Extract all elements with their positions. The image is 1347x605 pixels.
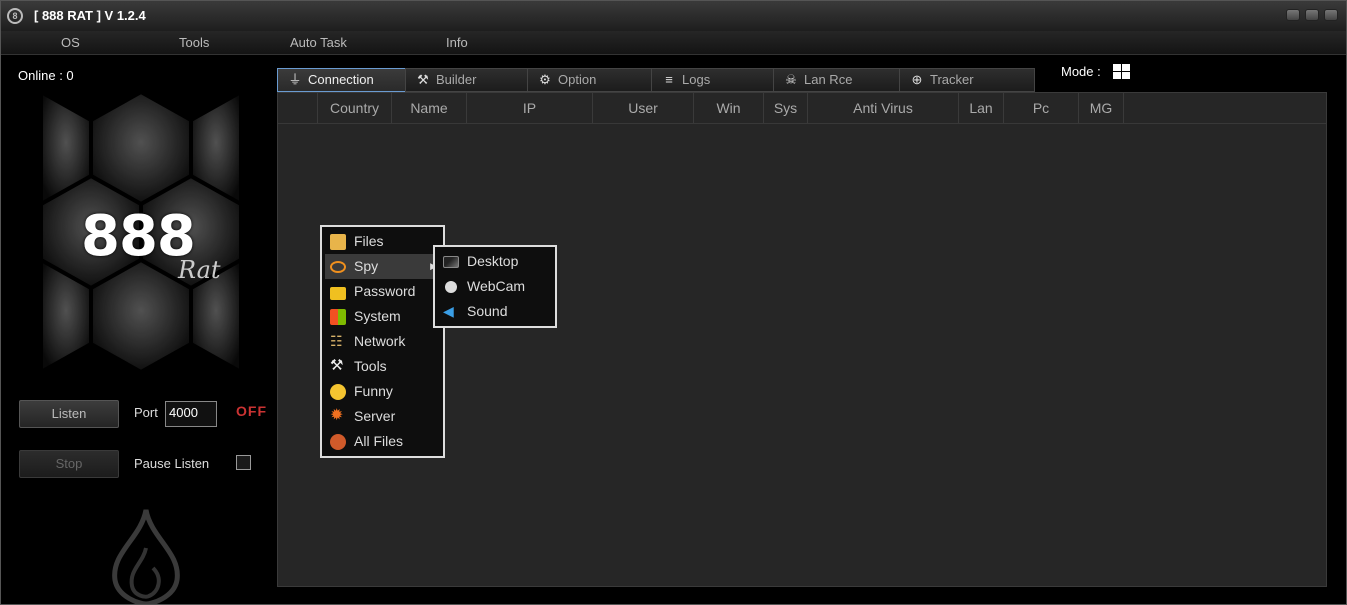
menu-item-network[interactable]: ☷ Network [325, 329, 440, 354]
menu-item-label: All Files [354, 433, 404, 449]
tab-lan-rce[interactable]: ☠ Lan Rce [773, 68, 901, 92]
smiley-icon [330, 384, 346, 400]
pause-listen-label: Pause Listen [134, 456, 210, 471]
gear-icon: ⚙ [539, 72, 551, 87]
menu-item-spy[interactable]: Spy▶ [325, 254, 440, 279]
submenu-item-sound[interactable]: ◀ Sound [438, 299, 552, 324]
menu-os[interactable]: OS [61, 35, 80, 50]
app-icon: 8 [7, 8, 23, 24]
main-tabs: ⏚ Connection ⚒ Builder ⚙ Option ≡ Logs ☠ Lan … [277, 68, 1337, 92]
minimize-button[interactable] [1286, 9, 1300, 21]
menu-item-label: Password [354, 283, 416, 299]
tab-label: Builder [436, 72, 477, 87]
menu-info[interactable]: Info [446, 35, 468, 50]
column-header-blank[interactable] [278, 93, 318, 123]
tab-tracker[interactable]: ⊕ Tracker [899, 68, 1035, 92]
tools-icon: ⚒ [330, 357, 344, 374]
title-bar: 8 [ 888 RAT ] V 1.2.4 [1, 1, 1346, 31]
app-window: 8 [ 888 RAT ] V 1.2.4 OS Tools Auto Task… [0, 0, 1347, 605]
submenu-item-label: WebCam [467, 278, 526, 294]
submenu-item-desktop[interactable]: Desktop [438, 249, 552, 274]
menu-auto-task[interactable]: Auto Task [290, 35, 347, 50]
menu-item-label: Tools [354, 358, 387, 374]
globe-icon: ⊕ [911, 72, 923, 87]
tab-label: Connection [308, 72, 374, 87]
windows-icon [330, 309, 346, 325]
tab-connection[interactable]: ⏚ Connection [277, 68, 409, 92]
status-badge: OFF [236, 403, 267, 419]
menu-item-label: Funny [354, 383, 393, 399]
window-title: [ 888 RAT ] V 1.2.4 [34, 8, 146, 23]
submenu-item-label: Sound [467, 303, 508, 319]
tab-label: Lan Rce [804, 72, 853, 87]
folder-icon [330, 234, 346, 250]
menu-item-server[interactable]: ✹ Server [325, 404, 440, 429]
logo-rat: Rat [178, 256, 221, 284]
table-header: Country Name IP User Win Sys Anti Virus … [278, 93, 1326, 124]
context-menu: Files Spy▶ Password System ☷ Network ⚒ Too… [320, 225, 445, 458]
menu-item-files[interactable]: Files [325, 229, 440, 254]
submenu-item-label: Desktop [467, 253, 519, 269]
maximize-button[interactable] [1305, 9, 1319, 21]
speaker-icon: ◀ [443, 303, 454, 319]
eye-icon [330, 261, 346, 273]
database-icon: ≡ [665, 72, 673, 87]
network-icon: ☷ [330, 333, 343, 349]
listen-button[interactable]: Listen [19, 400, 119, 428]
menu-item-label: Spy [354, 258, 379, 274]
pause-listen-checkbox[interactable] [236, 455, 251, 470]
webcam-icon [445, 281, 457, 293]
spy-submenu: Desktop WebCam ◀ Sound [433, 245, 557, 328]
mode-label: Mode : [1061, 64, 1101, 79]
tab-label: Logs [682, 72, 711, 87]
menu-item-label: Network [354, 333, 406, 349]
menu-item-label: System [354, 308, 401, 324]
stop-button[interactable]: Stop [19, 450, 119, 478]
port-input[interactable]: 4000 [165, 401, 217, 427]
skull-icon: ☠ [785, 72, 797, 87]
menu-item-label: Server [354, 408, 396, 424]
port-label: Port [134, 405, 158, 420]
menu-tools[interactable]: Tools [179, 35, 209, 50]
submenu-item-webcam[interactable]: WebCam [438, 274, 552, 299]
flame-logo-icon [112, 509, 180, 604]
column-header-country[interactable]: Country [318, 93, 392, 123]
menu-item-funny[interactable]: Funny [325, 379, 440, 404]
tab-logs[interactable]: ≡ Logs [651, 68, 775, 92]
menu-item-system[interactable]: System [325, 304, 440, 329]
download-icon [330, 434, 346, 450]
window-controls [1281, 9, 1338, 24]
tab-builder[interactable]: ⚒ Builder [405, 68, 529, 92]
close-button[interactable] [1324, 9, 1338, 21]
plug-icon: ⏚ [288, 72, 302, 87]
column-header-anti-virus[interactable]: Anti Virus [808, 93, 959, 123]
column-header-pc[interactable]: Pc [1004, 93, 1079, 123]
menu-item-tools[interactable]: ⚒ Tools [325, 354, 440, 379]
menu-item-all-files[interactable]: All Files [325, 429, 440, 454]
column-header-ip[interactable]: IP [467, 93, 593, 123]
column-header-sys[interactable]: Sys [764, 93, 808, 123]
tab-option[interactable]: ⚙ Option [527, 68, 653, 92]
menu-item-password[interactable]: Password [325, 279, 440, 304]
menu-item-label: Files [354, 233, 384, 249]
menu-bar: OS Tools Auto Task Info [1, 31, 1346, 55]
left-panel: Online : 0 888 Rat Listen Port 4000 OFF … [1, 56, 273, 604]
tab-label: Tracker [930, 72, 974, 87]
tools-icon: ⚒ [417, 72, 429, 87]
monitor-icon [443, 256, 459, 268]
windows-icon[interactable] [1113, 64, 1131, 80]
column-header-user[interactable]: User [593, 93, 694, 123]
lock-icon [330, 287, 346, 300]
sun-icon: ✹ [330, 407, 344, 424]
column-header-mg[interactable]: MG [1079, 93, 1124, 123]
online-count: Online : 0 [18, 68, 74, 83]
tab-label: Option [558, 72, 597, 87]
column-header-name[interactable]: Name [392, 93, 467, 123]
column-header-lan[interactable]: Lan [959, 93, 1004, 123]
column-header-win[interactable]: Win [694, 93, 764, 123]
